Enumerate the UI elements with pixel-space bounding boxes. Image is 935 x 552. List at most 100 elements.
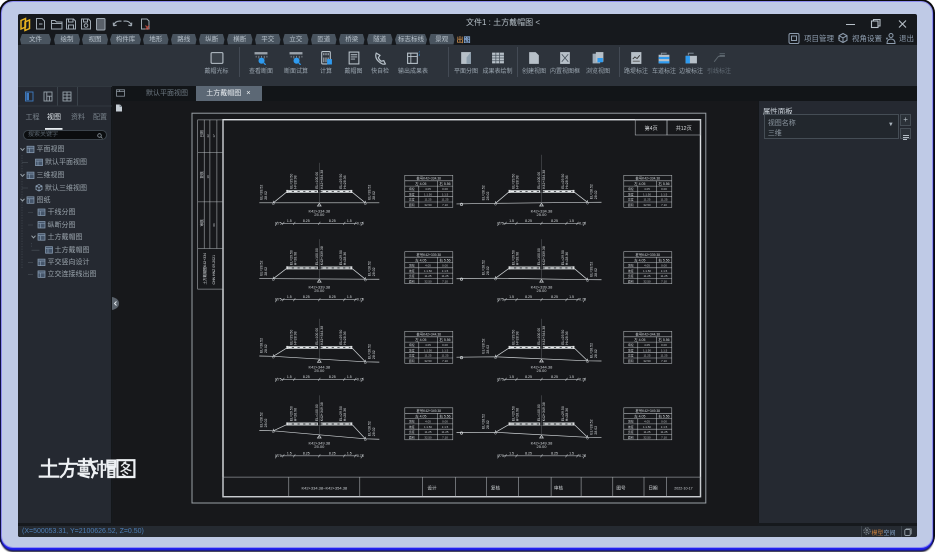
svg-text:25.00: 25.00 [314, 443, 325, 448]
svg-text:1.5: 1.5 [509, 218, 514, 222]
svg-text:1:1.50: 1:1.50 [642, 192, 650, 196]
svg-text:11.25: 11.25 [660, 197, 667, 201]
svg-text:桩号K42+339.38: 桩号K42+339.38 [416, 251, 441, 256]
svg-text:1:1.5: 1:1.5 [660, 348, 667, 352]
svg-text:0.75: 0.75 [579, 377, 586, 381]
svg-text:右 5.56: 右 5.56 [658, 257, 669, 262]
svg-text:09: 09 [212, 222, 216, 226]
svg-text:右 5.56: 右 5.56 [439, 257, 450, 262]
svg-text:28.02: 28.02 [371, 267, 375, 276]
svg-text:EL=28.52: EL=28.52 [259, 337, 263, 352]
svg-text:2: 2 [418, 51, 420, 57]
svg-text:0.00: 0.00 [442, 419, 448, 423]
svg-text:宽度: 宽度 [408, 196, 414, 201]
svg-text:28.02: 28.02 [486, 191, 490, 200]
svg-text:1:1.50: 1:1.50 [423, 268, 431, 272]
svg-text:左 4.05: 左 4.05 [415, 337, 426, 342]
svg-text:H=28.36: H=28.36 [342, 175, 346, 188]
svg-text:4.05: 4.05 [425, 343, 431, 347]
svg-text:坡度: 坡度 [408, 267, 414, 272]
svg-text:1.5: 1.5 [509, 374, 514, 378]
svg-text:11.25: 11.25 [643, 430, 650, 434]
svg-text:8.25: 8.25 [328, 374, 335, 378]
svg-text:0.75: 0.75 [579, 221, 586, 225]
svg-text:7.10: 7.10 [661, 203, 667, 207]
svg-text:32.50: 32.50 [424, 359, 432, 363]
svg-text:1:1.5: 1:1.5 [660, 268, 667, 272]
svg-text:8.25: 8.25 [551, 295, 558, 299]
svg-text:8.25: 8.25 [328, 451, 335, 455]
svg-text:0.00: 0.00 [442, 343, 448, 347]
svg-text:0.75: 0.75 [356, 221, 363, 225]
svg-text:EL=100.00: EL=100.00 [314, 171, 318, 188]
svg-text:11.25: 11.25 [643, 353, 650, 357]
svg-text:1:1.50: 1:1.50 [642, 348, 650, 352]
svg-text:审核: 审核 [553, 484, 563, 491]
svg-text:1:1.5: 1:1.5 [660, 424, 667, 428]
svg-text:1:1.50: 1:1.50 [423, 348, 431, 352]
svg-text:桩号K42+344.38: 桩号K42+344.38 [635, 331, 660, 336]
svg-text:1:1.5: 1:1.5 [660, 192, 667, 196]
svg-text:EL=28.52: EL=28.52 [481, 259, 485, 274]
svg-text:0.00: 0.00 [442, 263, 448, 267]
svg-text:H=28.36: H=28.36 [342, 251, 346, 264]
svg-text:1:1.5: 1:1.5 [441, 268, 448, 272]
svg-text:坡度: 坡度 [408, 191, 414, 196]
svg-text:25.00: 25.00 [536, 367, 547, 372]
svg-text:32.50: 32.50 [643, 435, 651, 439]
svg-text:25.00: 25.00 [536, 443, 547, 448]
svg-text:4.05: 4.05 [425, 187, 431, 191]
svg-text:H=28.36: H=28.36 [565, 331, 569, 344]
svg-text:7.10: 7.10 [661, 435, 667, 439]
svg-text:7.10: 7.10 [661, 279, 667, 283]
svg-text:11.25: 11.25 [441, 353, 448, 357]
svg-text:EL=28.52: EL=28.52 [481, 413, 485, 428]
svg-text:EL=100.00: EL=100.00 [537, 171, 541, 188]
svg-text:日期: 日期 [198, 129, 203, 137]
svg-text:8.25: 8.25 [302, 295, 309, 299]
svg-text:11.25: 11.25 [441, 197, 448, 201]
svg-text:K42+334.38: K42+334.38 [319, 169, 323, 188]
svg-text:8.25: 8.25 [328, 218, 335, 222]
svg-text:EL=100.00: EL=100.00 [537, 327, 541, 344]
svg-text:1.5: 1.5 [569, 295, 574, 299]
svg-text:28.02: 28.02 [371, 350, 375, 359]
svg-text:复核: 复核 [198, 170, 203, 178]
svg-text:桩号K42+349.38: 桩号K42+349.38 [416, 408, 441, 413]
svg-text:EL=28.52: EL=28.52 [367, 184, 371, 199]
svg-text:桩号K42+334.38: 桩号K42+334.38 [635, 175, 660, 180]
svg-text:K42+334.38~K42+354.38: K42+334.38~K42+354.38 [301, 485, 347, 490]
svg-text:右 5.56: 右 5.56 [658, 413, 669, 418]
svg-text:0.75: 0.75 [356, 297, 363, 301]
svg-text:1:1.50: 1:1.50 [423, 424, 431, 428]
svg-text:H=28.98: H=28.98 [515, 331, 519, 344]
svg-text:4.05: 4.05 [644, 187, 650, 191]
svg-text:EL=28.52: EL=28.52 [589, 419, 593, 434]
svg-text:共12页: 共12页 [675, 124, 691, 132]
svg-text:32.50: 32.50 [643, 359, 651, 363]
svg-text:日期: 日期 [648, 485, 658, 491]
svg-text:11.25: 11.25 [660, 430, 667, 434]
svg-text:1:1.50: 1:1.50 [642, 424, 650, 428]
svg-text:8.25: 8.25 [525, 374, 532, 378]
svg-text:桩号K42+339.38: 桩号K42+339.38 [635, 251, 660, 256]
svg-text:1.5: 1.5 [286, 295, 291, 299]
svg-text:0.00: 0.00 [661, 419, 667, 423]
svg-text:填挖: 填挖 [408, 342, 414, 347]
svg-text:11.25: 11.25 [660, 274, 667, 278]
svg-text:K42+339.38: K42+339.38 [319, 246, 323, 265]
svg-text:宽度: 宽度 [408, 273, 414, 278]
svg-text:填挖: 填挖 [627, 418, 633, 423]
svg-text:0.75: 0.75 [579, 297, 586, 301]
svg-text:宽度: 宽度 [627, 429, 633, 434]
svg-text:28.02: 28.02 [263, 418, 267, 427]
svg-text:7.10: 7.10 [442, 203, 448, 207]
svg-text:填挖: 填挖 [627, 342, 633, 347]
svg-text:11.25: 11.25 [643, 274, 650, 278]
svg-text:28.02: 28.02 [594, 349, 598, 358]
svg-text:8.25: 8.25 [525, 295, 532, 299]
svg-text:H=28.98: H=28.98 [293, 331, 297, 344]
svg-text:28.02: 28.02 [594, 267, 598, 276]
svg-text:左 4.05: 左 4.05 [634, 413, 645, 418]
svg-text:左 4.05: 左 4.05 [415, 257, 426, 262]
